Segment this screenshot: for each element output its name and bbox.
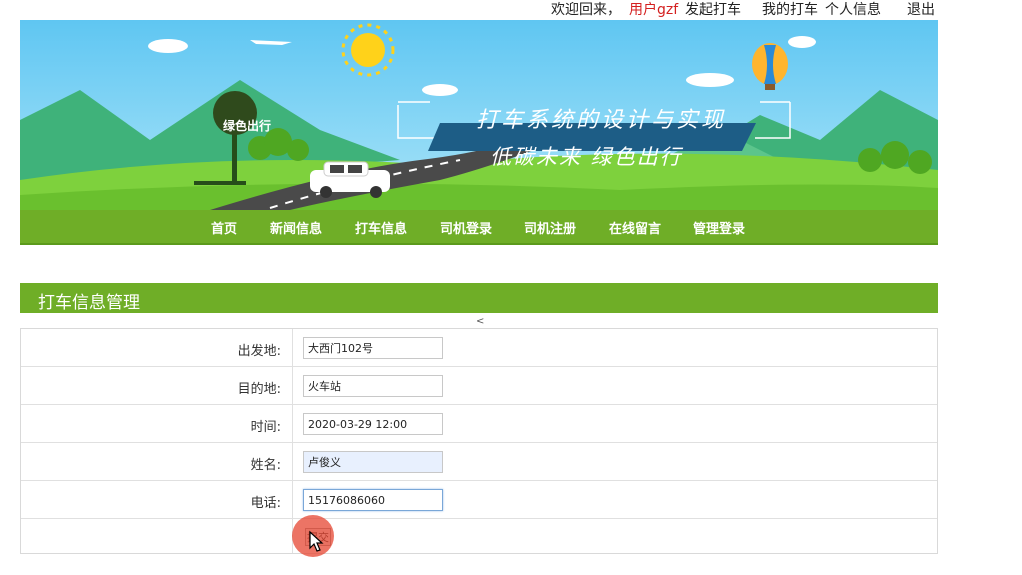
form-row-name: 姓名: <box>21 443 937 481</box>
form-row-submit: 提交 <box>21 519 937 553</box>
destination-label: 目的地: <box>237 382 281 397</box>
banner-slogan: 低碳未来 绿色出行 <box>490 145 683 169</box>
form-row-time: 时间: <box>21 405 937 443</box>
nav-item-home[interactable]: 首页 <box>211 218 237 237</box>
departure-label: 出发地: <box>237 344 281 359</box>
start-ride-link[interactable]: 发起打车 <box>685 1 741 19</box>
welcome-text: 欢迎回来， <box>551 2 621 18</box>
panel-title: 打车信息管理 <box>38 293 140 313</box>
nav-item-rides[interactable]: 打车信息 <box>355 218 407 237</box>
nav-item-driver-login[interactable]: 司机登录 <box>440 218 492 237</box>
panel-header: 打车信息管理 <box>20 283 938 313</box>
form-row-phone: 电话: <box>21 481 937 519</box>
sign-label: 绿色出行 <box>223 119 272 133</box>
destination-input[interactable] <box>303 375 443 397</box>
name-label: 姓名: <box>250 458 281 473</box>
collapse-arrow-icon[interactable]: < <box>476 316 484 327</box>
header-banner: 打车系统的设计与实现 低碳未来 绿色出行 绿色出行 <box>20 20 938 210</box>
ride-form: 出发地: 目的地: 时间: 姓名: 电话: 提交 <box>20 328 938 554</box>
cursor-icon <box>309 530 324 552</box>
nav-item-driver-register[interactable]: 司机注册 <box>524 218 576 237</box>
my-rides-link[interactable]: 我的打车 <box>762 1 818 19</box>
departure-input[interactable] <box>303 337 443 359</box>
phone-input[interactable] <box>303 489 443 511</box>
top-bar: 欢迎回来， 用户gzf 发起打车 我的打车 个人信息 退出 <box>0 0 1022 20</box>
nav-item-news[interactable]: 新闻信息 <box>270 218 322 237</box>
time-label: 时间: <box>250 420 281 435</box>
form-row-destination: 目的地: <box>21 367 937 405</box>
nav-item-messages[interactable]: 在线留言 <box>609 218 661 237</box>
phone-label: 电话: <box>250 496 281 511</box>
time-input[interactable] <box>303 413 443 435</box>
username-link[interactable]: 用户gzf <box>629 1 678 19</box>
nav-item-admin-login[interactable]: 管理登录 <box>693 218 745 237</box>
logout-link[interactable]: 退出 <box>907 1 935 19</box>
banner-title: 打车系统的设计与实现 <box>476 108 727 133</box>
profile-link[interactable]: 个人信息 <box>825 1 881 19</box>
main-nav: 首页 新闻信息 打车信息 司机登录 司机注册 在线留言 管理登录 <box>20 210 938 245</box>
form-row-departure: 出发地: <box>21 329 937 367</box>
name-input[interactable] <box>303 451 443 473</box>
